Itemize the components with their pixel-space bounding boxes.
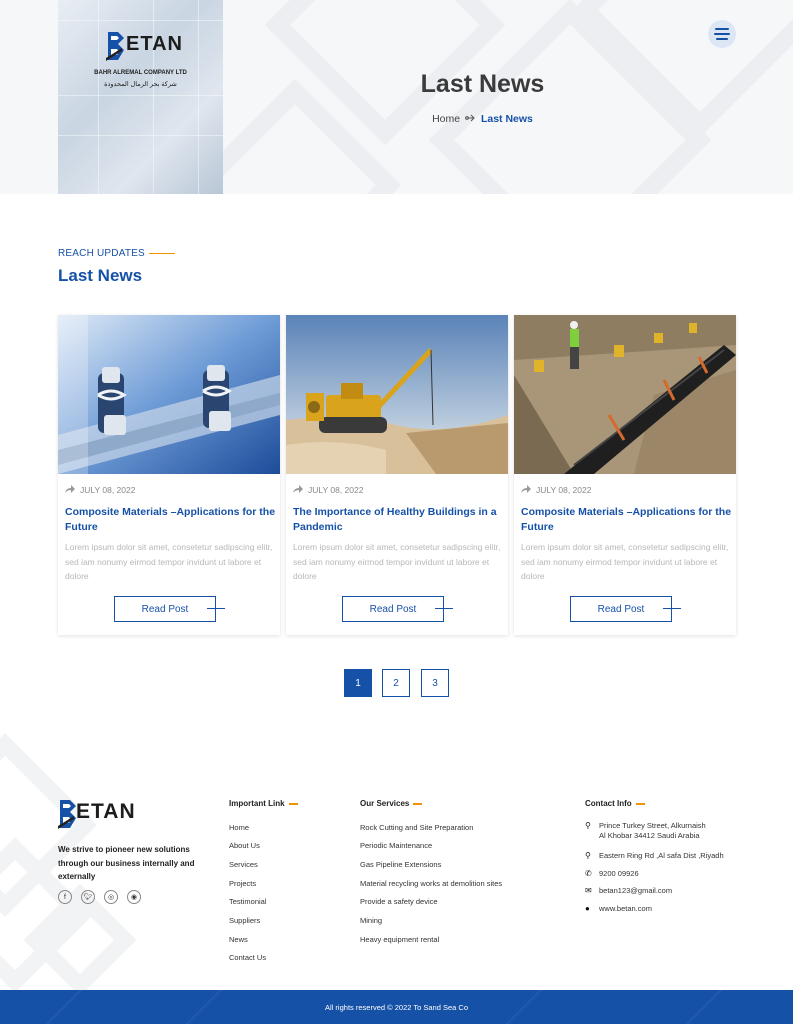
page-button-1[interactable]: 1 [344,669,372,697]
footer-logo-text: ETAN [76,800,136,823]
company-name-ar: شركة بحر الرمال المحدودة [104,81,177,88]
footer-service-recycling[interactable]: Material recycling works at demolition s… [360,879,502,888]
page-button-3[interactable]: 3 [421,669,449,697]
envelope-icon: ✉ [585,886,592,895]
footer-service-rock-cutting[interactable]: Rock Cutting and Site Preparation [360,823,473,832]
news-image-pipelayer[interactable] [286,315,508,474]
footer-link-contact[interactable]: Contact Us [229,953,266,962]
post-date: JULY 08, 2022 [293,485,363,495]
contact-email[interactable]: ✉ betan123@gmail.com [585,886,672,896]
contact-address-1: ⚲ Prince Turkey Street, Alkurnaish Al Kho… [585,821,706,840]
post-date: JULY 08, 2022 [65,485,135,495]
post-date: JULY 08, 2022 [521,485,591,495]
social-links: f 🐦︎ ◎ ◉ [58,890,141,904]
read-post-button[interactable]: Read Post [342,596,453,622]
post-excerpt: Lorem ipsum dolor sit amet, consetetur s… [293,542,501,581]
post-title[interactable]: Composite Materials –Applications for th… [521,505,733,534]
company-name-en: BAHR ALREMAL COMPANY LTD [94,70,187,76]
menu-button[interactable] [708,20,736,48]
page-button-2[interactable]: 2 [382,669,410,697]
contact-address-2: ⚲ Eastern Ring Rd ,Al safa Dist ,Riyadh [585,851,724,860]
snapchat-icon[interactable]: ◉ [127,890,141,904]
footer-link-suppliers[interactable]: Suppliers [229,916,260,925]
news-card: JULY 08, 2022 Composite Materials –Appli… [58,315,280,635]
share-icon [293,485,303,495]
footer-service-mining[interactable]: Mining [360,916,382,925]
breadcrumb: Home Last News [380,113,585,125]
post-excerpt: Lorem ipsum dolor sit amet, consetetur s… [65,542,273,581]
footer-link-projects[interactable]: Projects [229,879,256,888]
footer-service-safety[interactable]: Provide a safety device [360,897,438,906]
breadcrumb-current: Last News [480,113,533,125]
footer-service-rental[interactable]: Heavy equipment rental [360,935,439,944]
location-pin-icon: ⚲ [585,821,591,830]
logo-panel: ETAN BAHR ALREMAL COMPANY LTD شركة بحر ا… [58,0,223,194]
footer-service-gas-pipeline[interactable]: Gas Pipeline Extensions [360,860,441,869]
news-image-pipeline[interactable] [514,315,736,474]
contact-website[interactable]: ● www.betan.com [585,904,652,914]
facebook-icon[interactable]: f [58,890,72,904]
hero-banner: ETAN BAHR ALREMAL COMPANY LTD شركة بحر ا… [0,0,793,194]
copyright-bar: All rights reserved © 2022 To Sand Sea C… [0,990,793,1024]
section-title: Last News [58,266,143,285]
read-post-button[interactable]: Read Post [570,596,681,622]
footer-link-home[interactable]: Home [229,823,249,832]
footer-link-about[interactable]: About Us [229,841,260,850]
footer-about: We strive to pioneer new solutions throu… [58,845,195,881]
contact-title: Contact Info [585,799,645,808]
share-icon [65,485,75,495]
hero-title: Last News [420,70,545,98]
footer-link-services[interactable]: Services [229,860,258,869]
page: ETAN BAHR ALREMAL COMPANY LTD شركة بحر ا… [0,0,793,1024]
globe-icon: ● [585,904,590,913]
footer-link-testimonial[interactable]: Testimonial [229,897,267,906]
phone-icon: ✆ [585,869,592,878]
services-title: Our Services [360,799,423,808]
post-title[interactable]: The Importance of Healthy Buildings in a… [293,505,505,534]
contact-phone[interactable]: ✆ 9200 09926 [585,869,639,879]
footer-service-maintenance[interactable]: Periodic Maintenance [360,841,432,850]
twitter-icon[interactable]: 🐦︎ [81,890,95,904]
copyright-text: All rights reserved © 2022 To Sand Sea C… [325,1002,468,1012]
read-post-button[interactable]: Read Post [114,596,225,622]
logo-text: ETAN [126,33,183,55]
breadcrumb-home[interactable]: Home [432,113,460,125]
hamburger-icon [715,28,729,30]
news-card: JULY 08, 2022 The Importance of Healthy … [286,315,508,635]
arrow-right-icon [465,113,476,125]
important-links-title: Important Link [229,799,298,808]
news-card: JULY 08, 2022 Composite Materials –Appli… [514,315,736,635]
footer: ETAN We strive to pioneer new solutions … [0,730,793,990]
news-image-composite[interactable] [58,315,280,474]
post-title[interactable]: Composite Materials –Applications for th… [65,505,277,534]
post-excerpt: Lorem ipsum dolor sit amet, consetetur s… [521,542,729,581]
location-pin-icon: ⚲ [585,851,591,860]
share-icon [521,485,531,495]
footer-link-news[interactable]: News [229,935,248,944]
section-eyebrow: REACH UPDATES [58,248,175,259]
instagram-icon[interactable]: ◎ [104,890,118,904]
